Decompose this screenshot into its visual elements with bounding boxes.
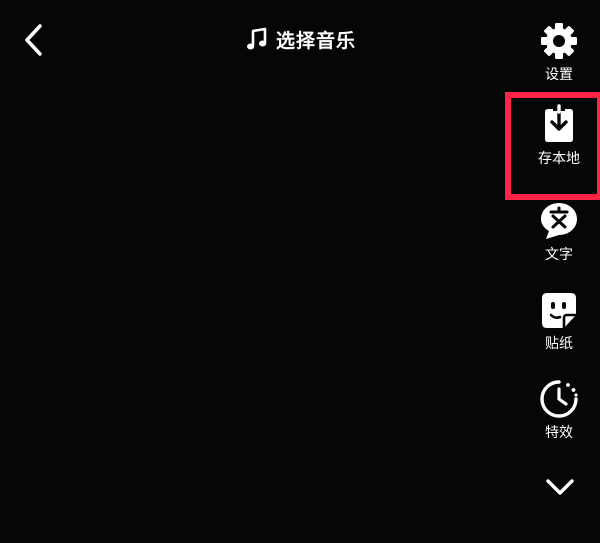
settings-label: 设置 [545, 67, 573, 83]
text-label: 文字 [545, 247, 573, 263]
gear-icon [541, 23, 577, 59]
effects-button[interactable]: 特效 [519, 378, 599, 442]
effects-label: 特效 [545, 425, 573, 441]
timer-icon [540, 380, 578, 418]
sticker-icon [542, 293, 576, 328]
highlight-box [505, 92, 600, 200]
select-music-label: 选择音乐 [276, 29, 357, 52]
back-button[interactable] [18, 22, 52, 58]
text-bubble-icon [541, 203, 577, 239]
settings-button[interactable]: 设置 [519, 20, 599, 84]
video-editor-screen: 选择音乐 设置 存本地 文字 贴纸 特效 [0, 0, 600, 543]
select-music-button[interactable]: 选择音乐 [246, 22, 356, 56]
chevron-left-icon [25, 24, 42, 56]
expand-tools-button[interactable] [540, 470, 580, 504]
sticker-button[interactable]: 贴纸 [519, 291, 599, 353]
music-note-icon [247, 27, 267, 50]
sticker-label: 贴纸 [545, 336, 573, 352]
chevron-down-icon [546, 479, 574, 495]
text-button[interactable]: 文字 [519, 200, 599, 264]
